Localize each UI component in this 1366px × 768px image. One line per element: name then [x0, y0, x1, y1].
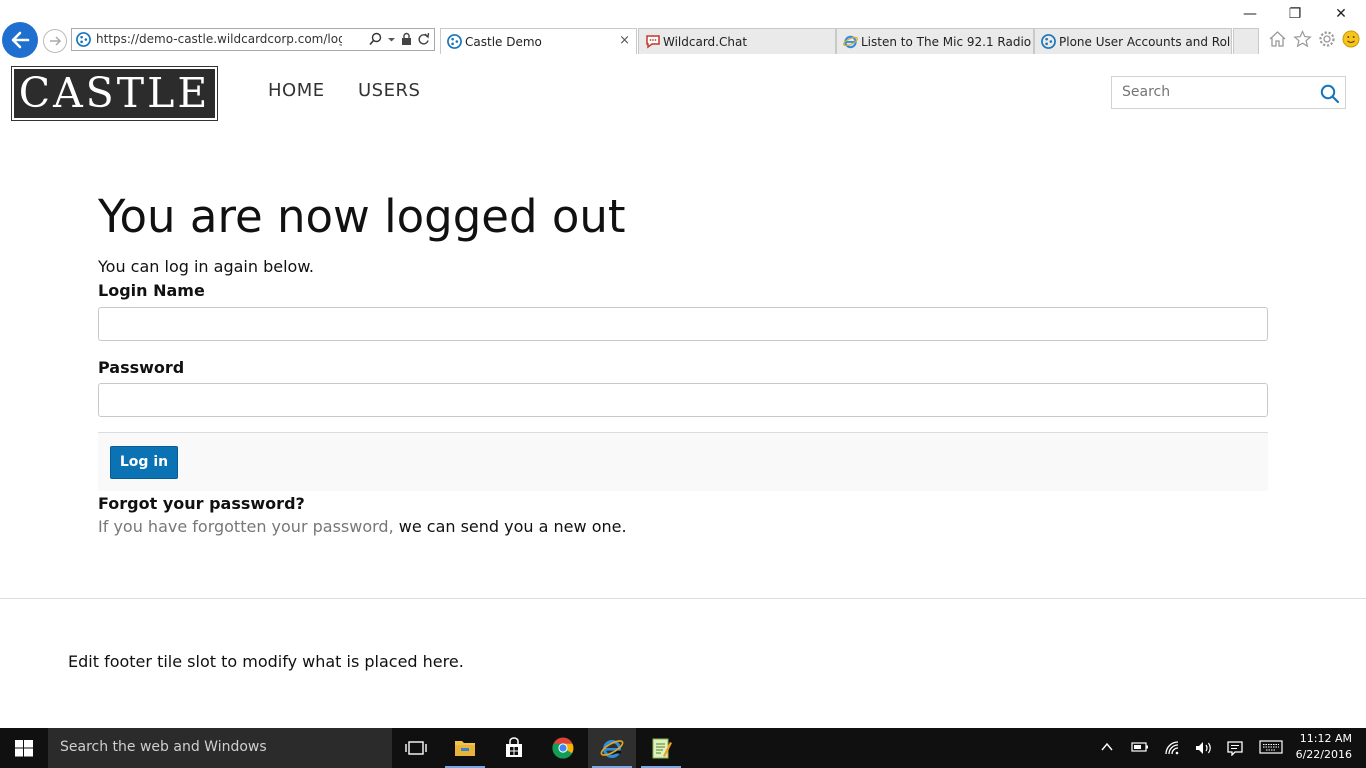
chrome-icon: [552, 737, 574, 759]
login-name-field[interactable]: [98, 307, 1268, 341]
arrow-right-icon: [50, 36, 62, 46]
restore-button[interactable]: ❐: [1272, 4, 1318, 24]
reset-password-link[interactable]: we can send you a new one.: [399, 517, 627, 536]
password-field[interactable]: [98, 383, 1268, 417]
windows-icon: [15, 740, 33, 757]
chat-icon: [646, 35, 660, 49]
plone-icon: [447, 34, 462, 49]
ie-icon: [600, 740, 624, 758]
login-name-label: Login Name: [98, 281, 205, 300]
taskbar-search[interactable]: Search the web and Windows: [48, 728, 392, 768]
site-search: [1111, 76, 1314, 109]
refresh-icon[interactable]: [417, 32, 430, 46]
taskbar-store[interactable]: [490, 728, 538, 768]
taskbar-search-placeholder: Search the web and Windows: [60, 739, 267, 755]
password-label: Password: [98, 358, 185, 377]
chevron-up-icon: [1101, 742, 1113, 751]
site-search-button[interactable]: [1313, 76, 1346, 109]
forgot-password-description: If you have forgotten your password,: [98, 517, 394, 536]
ie-icon: [843, 35, 858, 49]
forward-button[interactable]: [43, 29, 67, 53]
clock-time: 11:12 AM: [1299, 732, 1352, 745]
action-center[interactable]: [1223, 728, 1249, 768]
taskbar-file-explorer[interactable]: [441, 728, 489, 768]
task-view-button[interactable]: [392, 728, 440, 768]
url-text[interactable]: https://demo-castle.wildcardcorp.com/log…: [96, 32, 342, 46]
tab-label: Plone User Accounts and Role...: [1059, 35, 1232, 49]
tab-label: Castle Demo: [465, 35, 542, 49]
site-search-input[interactable]: [1112, 77, 1312, 107]
search-icon: [1320, 84, 1340, 104]
new-tab-button[interactable]: [1233, 28, 1259, 54]
plone-icon: [76, 32, 91, 47]
notepad-icon: [652, 738, 672, 759]
keyboard-icon: [1259, 740, 1283, 754]
address-bar-icons: [369, 32, 430, 46]
tab-label: Listen to The Mic 92.1 Radio Li...: [861, 35, 1033, 49]
login-button[interactable]: Log in: [110, 446, 178, 479]
tab-close-button[interactable]: ×: [619, 33, 630, 48]
gear-icon[interactable]: [1318, 30, 1336, 48]
start-button[interactable]: [0, 728, 48, 768]
site-logo[interactable]: CASTLE: [11, 66, 218, 121]
taskbar-chrome[interactable]: [539, 728, 587, 768]
browser-chrome: — ❐ ✕ https://demo-castle.wildcardcorp.c…: [0, 0, 1366, 58]
taskbar-notepad[interactable]: [637, 728, 685, 768]
folder-icon: [455, 741, 475, 756]
minimize-button[interactable]: —: [1227, 4, 1273, 24]
footer-divider: [0, 598, 1366, 599]
search-icon[interactable]: [369, 32, 382, 46]
show-hidden-icons[interactable]: [1096, 728, 1118, 768]
dropdown-icon[interactable]: [387, 32, 396, 46]
battery-tray[interactable]: [1127, 728, 1153, 768]
close-window-button[interactable]: ✕: [1318, 4, 1364, 24]
page-subtitle: You can log in again below.: [98, 257, 315, 276]
tab-wildcard-chat[interactable]: Wildcard.Chat: [638, 28, 836, 54]
arrow-left-icon: [11, 31, 30, 49]
forgot-password-heading: Forgot your password?: [98, 494, 305, 513]
home-icon[interactable]: [1268, 30, 1287, 48]
lock-icon[interactable]: [401, 32, 412, 46]
volume-tray[interactable]: [1191, 728, 1217, 768]
keyboard-tray[interactable]: [1256, 728, 1286, 768]
tab-plone-user-accounts[interactable]: Plone User Accounts and Role...: [1034, 28, 1232, 54]
nav-home[interactable]: HOME: [268, 80, 325, 101]
taskbar-clock[interactable]: 11:12 AM 6/22/2016: [1296, 731, 1352, 763]
form-actions: Log in: [98, 432, 1268, 491]
taskbar-internet-explorer[interactable]: [588, 728, 636, 768]
browser-toolbar-icons: [1268, 30, 1360, 48]
logo-text: CASTLE: [14, 69, 215, 118]
task-view-icon: [405, 741, 427, 755]
star-icon[interactable]: [1293, 30, 1312, 48]
clock-date: 6/22/2016: [1295, 748, 1352, 761]
notification-icon: [1227, 741, 1243, 756]
page-title: You are now logged out: [98, 190, 626, 243]
tab-mic-radio[interactable]: Listen to The Mic 92.1 Radio Li...: [836, 28, 1034, 54]
address-bar[interactable]: https://demo-castle.wildcardcorp.com/log…: [71, 28, 435, 51]
footer-text: Edit footer tile slot to modify what is …: [68, 652, 464, 671]
plone-icon: [1041, 34, 1056, 49]
network-tray[interactable]: [1160, 728, 1186, 768]
battery-icon: [1131, 742, 1148, 752]
taskbar: Search the web and Windows 11:12 AM 6/22…: [0, 728, 1366, 768]
tab-castle-demo[interactable]: Castle Demo ×: [440, 28, 637, 54]
back-button[interactable]: [2, 22, 38, 58]
forgot-password-text: If you have forgotten your password, we …: [98, 517, 627, 536]
nav-users[interactable]: USERS: [358, 80, 420, 101]
wifi-icon: [1165, 741, 1179, 755]
smiley-icon[interactable]: [1342, 30, 1360, 48]
store-icon: [506, 737, 522, 757]
tab-label: Wildcard.Chat: [663, 35, 748, 49]
speaker-icon: [1196, 742, 1211, 754]
